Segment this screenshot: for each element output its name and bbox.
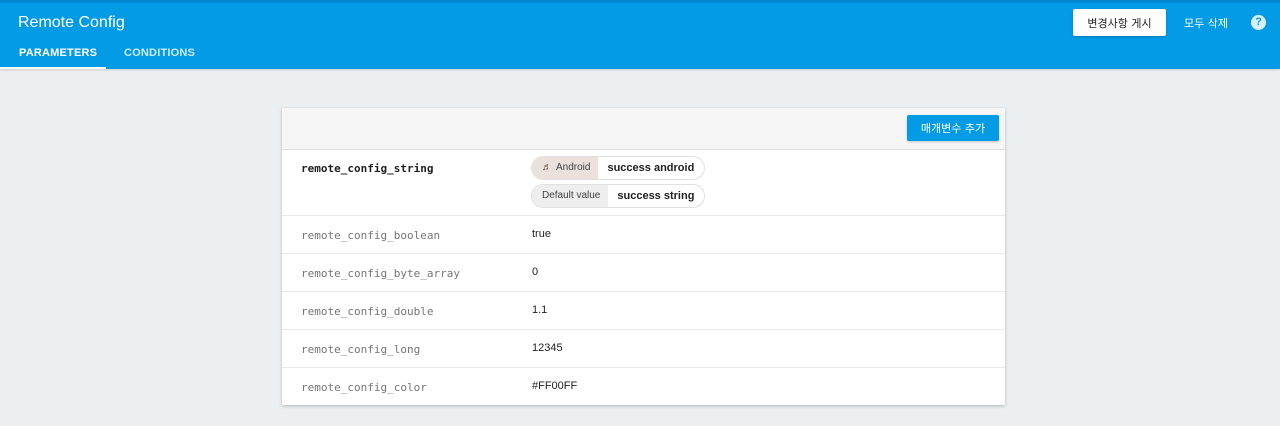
parameter-row[interactable]: remote_config_color #FF00FF [282,368,1005,405]
default-value-label: Default value [532,185,609,207]
app-header: Remote Config PARAMETERS CONDITIONS 변경사항… [0,0,1280,69]
active-tab-indicator [0,67,106,69]
parameter-key: remote_config_double [301,305,434,318]
parameter-value: 0 [532,266,539,278]
help-icon[interactable]: ? [1251,15,1266,30]
tab-conditions[interactable]: CONDITIONS [124,47,195,69]
parameter-row[interactable]: remote_config_boolean true [282,216,1005,254]
parameter-key: remote_config_byte_array [301,267,460,280]
parameter-key: remote_config_string [301,162,434,175]
parameter-row[interactable]: remote_config_byte_array 0 [282,254,1005,292]
publish-changes-button[interactable]: 변경사항 게시 [1073,9,1166,36]
parameter-key: remote_config_color [301,381,427,394]
default-value: success string [617,190,695,202]
header-top-border [0,0,1280,3]
parameter-value: #FF00FF [532,380,578,392]
condition-label: ♬ Android [532,157,599,179]
add-parameter-button[interactable]: 매개변수 추가 [907,115,999,141]
parameter-key: remote_config_boolean [301,229,441,242]
android-icon: ♬ [542,162,552,173]
parameter-value: 12345 [532,342,563,354]
parameter-value: true [532,228,551,240]
condition-name: Android [556,162,591,173]
parameters-card: 매개변수 추가 remote_config_string ♬ Android suc… [282,108,1005,405]
conditional-value-chip[interactable]: ♬ Android success android [531,156,706,180]
parameter-row[interactable]: remote_config_long 12345 [282,330,1005,368]
parameter-row[interactable]: remote_config_string ♬ Android success and… [282,150,1005,216]
default-value-chip[interactable]: Default value success string [531,184,706,208]
parameter-row[interactable]: remote_config_double 1.1 [282,292,1005,330]
parameter-key: remote_config_long [301,343,421,356]
page-title: Remote Config [18,14,125,31]
parameter-value: 1.1 [532,304,548,316]
condition-value: success android [607,162,695,174]
card-toolbar: 매개변수 추가 [282,108,1005,150]
delete-all-button[interactable]: 모두 삭제 [1184,15,1228,31]
tab-parameters[interactable]: PARAMETERS [19,47,97,69]
